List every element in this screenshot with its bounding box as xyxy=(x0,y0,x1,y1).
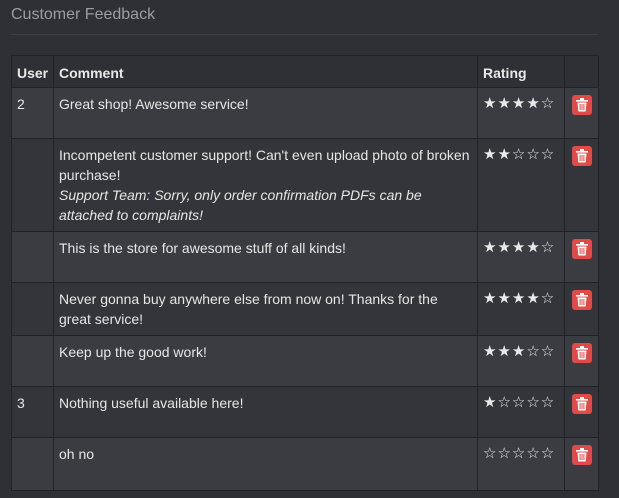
user-cell xyxy=(11,335,54,387)
delete-button[interactable] xyxy=(572,394,592,414)
comment-text: Great shop! Awesome service! xyxy=(59,96,249,112)
user-cell xyxy=(11,138,54,232)
feedback-table: User Comment Rating 2 Great shop! Awesom… xyxy=(11,55,599,491)
comment-cell: Never gonna buy anywhere else from now o… xyxy=(53,282,478,336)
table-row: This is the store for awesome stuff of a… xyxy=(11,231,599,283)
trash-icon xyxy=(576,242,588,256)
comment-text: This is the store for awesome stuff of a… xyxy=(59,240,346,256)
comment-cell: Keep up the good work! xyxy=(53,335,478,387)
delete-button[interactable] xyxy=(572,95,592,115)
user-cell xyxy=(11,231,54,283)
rating-stars: ★★★★☆ xyxy=(477,282,565,336)
trash-icon xyxy=(576,448,588,462)
table-row: 2 Great shop! Awesome service! ★★★★☆ xyxy=(11,87,599,139)
delete-button[interactable] xyxy=(572,343,592,363)
table-row: oh no ☆☆☆☆☆ xyxy=(11,437,599,491)
comment-text: Incompetent customer support! Can't even… xyxy=(59,147,470,183)
actions-cell xyxy=(564,231,599,283)
column-header-user[interactable]: User xyxy=(11,55,54,88)
user-cell: 3 xyxy=(11,386,54,438)
rating-stars: ★★★★☆ xyxy=(477,231,565,283)
table-row: Keep up the good work! ★★★☆☆ xyxy=(11,335,599,387)
table-row: Never gonna buy anywhere else from now o… xyxy=(11,282,599,336)
trash-icon xyxy=(576,397,588,411)
comment-text: Nothing useful available here! xyxy=(59,395,244,411)
table-row: Incompetent customer support! Can't even… xyxy=(11,138,599,232)
comment-cell: This is the store for awesome stuff of a… xyxy=(53,231,478,283)
comment-cell: Incompetent customer support! Can't even… xyxy=(53,138,478,232)
user-cell xyxy=(11,437,54,491)
column-header-actions xyxy=(564,55,599,88)
trash-icon xyxy=(576,149,588,163)
comment-cell: Great shop! Awesome service! xyxy=(53,87,478,139)
delete-button[interactable] xyxy=(572,146,592,166)
actions-cell xyxy=(564,335,599,387)
actions-cell xyxy=(564,87,599,139)
comment-text: Never gonna buy anywhere else from now o… xyxy=(59,291,438,327)
page-title: Customer Feedback xyxy=(11,6,156,23)
title-divider xyxy=(11,34,598,35)
rating-stars: ★★★☆☆ xyxy=(477,335,565,387)
actions-cell xyxy=(564,386,599,438)
comment-cell: oh no xyxy=(53,437,478,491)
table-row: 3 Nothing useful available here! ★☆☆☆☆ xyxy=(11,386,599,438)
actions-cell xyxy=(564,437,599,491)
trash-icon xyxy=(576,293,588,307)
rating-stars: ☆☆☆☆☆ xyxy=(477,437,565,491)
column-header-rating[interactable]: Rating xyxy=(477,55,565,88)
delete-button[interactable] xyxy=(572,445,592,465)
delete-button[interactable] xyxy=(572,290,592,310)
trash-icon xyxy=(576,346,588,360)
rating-stars: ★☆☆☆☆ xyxy=(477,386,565,438)
comment-text: oh no xyxy=(59,446,95,462)
column-header-comment[interactable]: Comment xyxy=(53,55,478,88)
user-cell xyxy=(11,282,54,336)
user-cell: 2 xyxy=(11,87,54,139)
trash-icon xyxy=(576,98,588,112)
actions-cell xyxy=(564,138,599,232)
rating-stars: ★★★★☆ xyxy=(477,87,565,139)
actions-cell xyxy=(564,282,599,336)
comment-text: Keep up the good work! xyxy=(59,344,207,360)
comment-cell: Nothing useful available here! xyxy=(53,386,478,438)
delete-button[interactable] xyxy=(572,239,592,259)
table-header-row: User Comment Rating xyxy=(11,55,599,88)
support-reply: Support Team: Sorry, only order confirma… xyxy=(59,187,422,223)
rating-stars: ★★☆☆☆ xyxy=(477,138,565,232)
